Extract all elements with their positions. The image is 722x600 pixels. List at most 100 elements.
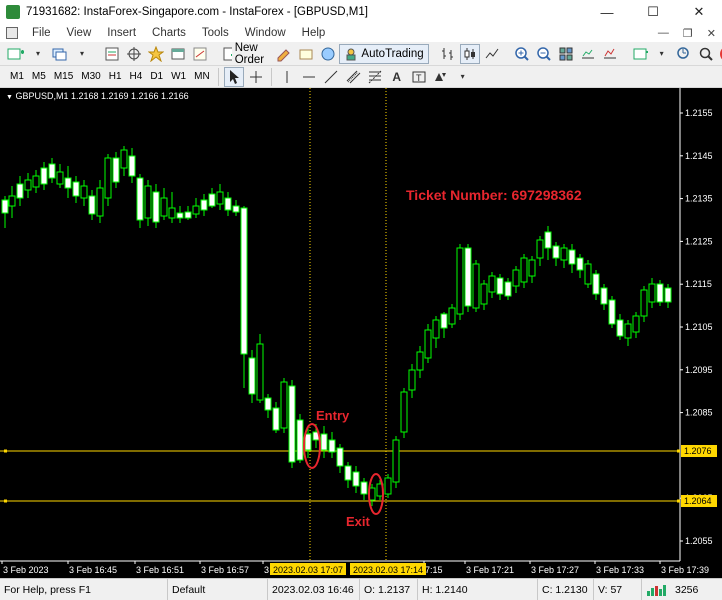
menu-insert[interactable]: Insert [99, 27, 144, 39]
status-traffic: 3256 [642, 579, 722, 600]
candle-body [184, 211, 192, 219]
candle-body [600, 287, 608, 305]
candle-body [496, 277, 504, 295]
symbol-info: ▼ GBPUSD,M1 1.2168 1.2169 1.2166 1.2166 [6, 91, 189, 101]
cursor-icon[interactable] [223, 66, 244, 87]
metaeditor-icon[interactable] [274, 44, 294, 64]
terminal-icon[interactable] [168, 44, 188, 64]
data-window-icon[interactable] [124, 44, 144, 64]
menu-view[interactable]: View [59, 27, 100, 39]
new-chart-icon[interactable] [6, 44, 26, 64]
line-chart-icon[interactable] [482, 44, 502, 64]
price-label: 1.2115 [685, 279, 712, 289]
status-help: For Help, press F1 [0, 578, 168, 600]
candle-body [168, 207, 176, 219]
candle-body [568, 249, 576, 265]
candlestick-chart-icon[interactable] [459, 43, 480, 64]
indicators-icon[interactable] [630, 44, 650, 64]
hline-anchor [4, 499, 7, 503]
signals-icon[interactable] [296, 44, 316, 64]
candle-body [336, 447, 344, 467]
bar-chart-icon[interactable] [438, 44, 458, 64]
periods-icon[interactable] [674, 44, 694, 64]
arrows-icon[interactable] [431, 67, 451, 87]
dropdown-arrow-icon[interactable]: ▾ [453, 67, 473, 87]
zoom-out-icon[interactable] [534, 44, 554, 64]
menu-help[interactable]: Help [294, 27, 334, 39]
menu-tools[interactable]: Tools [194, 27, 237, 39]
status-close: C: 1.2130 [538, 578, 594, 600]
close-button[interactable]: ✕ [676, 0, 722, 24]
chart-shift-icon[interactable] [578, 44, 598, 64]
candle-body [88, 195, 96, 215]
candle-body [624, 323, 632, 339]
menu-window[interactable]: Window [237, 27, 294, 39]
price-label: 1.2105 [685, 322, 713, 332]
timeframe-m30[interactable]: M30 [77, 68, 104, 86]
community-icon[interactable] [318, 44, 338, 64]
hline-label: 1.2076 [684, 446, 712, 456]
mdi-restore-button[interactable]: ❐ [683, 27, 693, 40]
auto-scroll-icon[interactable] [600, 44, 620, 64]
price-chart[interactable]: 1.2155 1.2145 1.2135 1.2125 1.2115 1.2105 1.20… [0, 88, 722, 578]
time-label: 3 Feb 16:51 [136, 565, 184, 575]
zoom-in-icon[interactable] [512, 44, 532, 64]
fibonacci-icon[interactable] [365, 67, 385, 87]
channel-icon[interactable] [343, 67, 363, 87]
exit-label: Exit [346, 514, 371, 529]
time-label: 7:15 [425, 565, 443, 575]
timeframe-d1[interactable]: D1 [146, 68, 167, 86]
candle-body [72, 181, 80, 197]
time-label: 3 Feb 17:21 [466, 565, 514, 575]
notifications-icon[interactable]: 1 [718, 44, 722, 64]
candle-body [96, 187, 104, 217]
candle-body [64, 177, 72, 189]
tile-windows-icon[interactable] [556, 44, 576, 64]
auto-trading-button[interactable]: AutoTrading [339, 43, 429, 64]
navigator-icon[interactable] [146, 44, 166, 64]
maximize-button[interactable]: ☐ [630, 0, 676, 24]
minimize-button[interactable]: — [584, 0, 630, 24]
timeframe-w1[interactable]: W1 [167, 68, 190, 86]
price-label: 1.2125 [685, 236, 713, 246]
trendline-icon[interactable] [321, 67, 341, 87]
timeframe-h4[interactable]: H4 [126, 68, 147, 86]
text-icon[interactable]: A [387, 67, 407, 87]
timeframe-m15[interactable]: M15 [50, 68, 77, 86]
profiles-icon[interactable] [50, 44, 70, 64]
text-label-icon[interactable]: T [409, 67, 429, 87]
mdi-minimize-button[interactable]: — [658, 27, 669, 39]
timeframe-mn[interactable]: MN [190, 68, 214, 86]
timeframe-h1[interactable]: H1 [105, 68, 126, 86]
time-label: 3 Feb 16:45 [69, 565, 117, 575]
candle-body [504, 281, 512, 297]
chart-window[interactable]: 1.2155 1.2145 1.2135 1.2125 1.2115 1.2105 1.20… [0, 88, 722, 578]
document-icon [6, 27, 18, 39]
dropdown-arrow-icon[interactable]: ▾ [72, 44, 92, 64]
horizontal-line-icon[interactable] [299, 67, 319, 87]
auto-trading-icon [346, 48, 356, 60]
mdi-controls: — ❐ ✕ [658, 24, 716, 42]
vertical-line-icon[interactable] [277, 67, 297, 87]
candle-body [208, 193, 216, 207]
menu-file[interactable]: File [24, 27, 59, 39]
candle-body [360, 481, 368, 495]
dropdown-arrow-icon[interactable]: ▾ [652, 44, 672, 64]
new-order-button[interactable]: New Order [219, 42, 273, 66]
dropdown-arrow-icon[interactable]: ▾ [28, 44, 48, 64]
candle-body [536, 239, 544, 259]
crosshair-icon[interactable] [246, 67, 266, 87]
strategy-tester-icon[interactable] [190, 44, 210, 64]
timeframe-m1[interactable]: M1 [6, 68, 28, 86]
timeframe-m5[interactable]: M5 [28, 68, 50, 86]
search-icon[interactable] [696, 44, 716, 64]
menu-charts[interactable]: Charts [144, 27, 194, 39]
candle-body [616, 319, 624, 337]
time-highlight-label: 2023.02.03 17:14 [353, 565, 423, 575]
status-bar: For Help, press F1 Default 2023.02.03 16… [0, 578, 722, 600]
candle-body [16, 183, 24, 199]
standard-toolbar: ▾ ▾ New Order AutoTrading ▾ 1 [0, 42, 722, 66]
market-watch-icon[interactable] [102, 44, 122, 64]
candle-body [216, 191, 224, 205]
mdi-close-button[interactable]: ✕ [707, 27, 716, 40]
